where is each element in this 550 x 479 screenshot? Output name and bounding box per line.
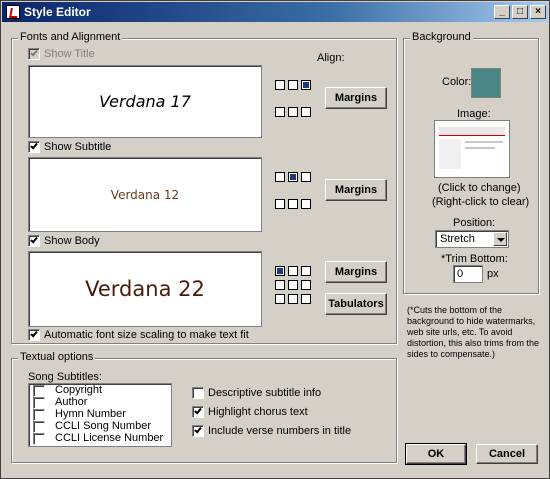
image-label: Image:	[457, 108, 491, 120]
show-title-checkbox[interactable]	[28, 48, 40, 60]
click-to-change-hint: (Click to change)	[438, 182, 521, 194]
background-legend: Background	[410, 31, 473, 43]
title-align-top-right[interactable]	[301, 80, 311, 90]
ccli-song-number-checkbox[interactable]	[33, 421, 45, 433]
subtitle-align-top-center[interactable]	[288, 172, 298, 182]
subtitle-align-top-left[interactable]	[275, 172, 285, 182]
cancel-button[interactable]: Cancel	[476, 444, 538, 464]
show-subtitle-checkbox[interactable]	[28, 141, 40, 153]
maximize-button[interactable]: □	[512, 5, 528, 19]
body-align-middle-right[interactable]	[301, 280, 311, 290]
ccli-license-number-checkbox[interactable]	[33, 433, 45, 445]
title-margins-button[interactable]: Margins	[325, 87, 387, 109]
show-body-checkbox[interactable]	[28, 235, 40, 247]
highlight-chorus-label: Highlight chorus text	[208, 406, 308, 418]
subtitle-preview-text: Verdana 12	[110, 187, 180, 202]
verse-numbers-label: Include verse numbers in title	[208, 425, 352, 437]
title-align-top-left[interactable]	[275, 80, 285, 90]
descriptive-subtitle-checkbox[interactable]	[192, 387, 204, 399]
subtitle-align-bottom-left[interactable]	[275, 199, 285, 209]
position-select-value: Stretch	[440, 233, 475, 245]
body-margins-button[interactable]: Margins	[325, 261, 387, 283]
show-title-label: Show Title	[44, 48, 95, 60]
right-click-to-clear-hint: (Right-click to clear)	[432, 196, 530, 208]
body-align-bottom-left[interactable]	[275, 294, 285, 304]
show-body-label: Show Body	[44, 235, 100, 247]
minimize-button[interactable]: _	[494, 5, 510, 19]
fonts-alignment-legend: Fonts and Alignment	[18, 31, 123, 43]
song-subtitles-list[interactable]: Copyright Author Hymn Number CCLI Song N…	[28, 383, 172, 447]
hymn-number-checkbox[interactable]	[33, 409, 45, 421]
style-editor-window: Style Editor _ □ × Fonts and Alignment S…	[0, 0, 550, 479]
song-subtitles-label: Song Subtitles:	[28, 371, 102, 383]
subtitle-align-bottom-right[interactable]	[301, 199, 311, 209]
subtitle-align-bottom-center[interactable]	[288, 199, 298, 209]
window-title: Style Editor	[24, 5, 91, 19]
list-item: CCLI License Number	[55, 432, 164, 444]
title-align-bottom-left[interactable]	[275, 107, 285, 117]
align-label: Align:	[317, 52, 345, 64]
copyright-checkbox[interactable]	[33, 385, 45, 397]
background-color-swatch[interactable]	[471, 68, 501, 98]
subtitle-align-top-right[interactable]	[301, 172, 311, 182]
list-item: CCLI Song Number	[55, 420, 151, 432]
list-item: Author	[55, 396, 88, 408]
thumb-header	[439, 127, 505, 136]
auto-scale-checkbox[interactable]	[28, 329, 40, 341]
trim-unit-label: px	[487, 268, 499, 280]
thumb-sidebar	[439, 139, 461, 169]
body-align-top-left[interactable]	[275, 266, 285, 276]
show-subtitle-label: Show Subtitle	[44, 141, 112, 153]
tabulators-button[interactable]: Tabulators	[325, 293, 387, 315]
position-label: Position:	[453, 217, 496, 229]
trim-bottom-input[interactable]: 0	[453, 265, 483, 283]
thumb-line	[465, 141, 503, 143]
auto-scale-label: Automatic font size scaling to make text…	[44, 329, 249, 341]
ok-button[interactable]: OK	[405, 443, 467, 465]
title-preview-text: Verdana 17	[99, 92, 191, 111]
title-align-bottom-center[interactable]	[288, 107, 298, 117]
list-item: Hymn Number	[55, 408, 126, 420]
body-preview[interactable]: Verdana 22	[28, 251, 262, 327]
textual-options-legend: Textual options	[18, 351, 96, 363]
body-align-top-right[interactable]	[301, 266, 311, 276]
close-button[interactable]: ×	[530, 5, 546, 19]
thumb-line	[465, 147, 495, 149]
color-label: Color:	[442, 76, 472, 88]
subtitle-margins-button[interactable]: Margins	[325, 179, 387, 201]
body-align-top-center[interactable]	[288, 266, 298, 276]
body-align-bottom-center[interactable]	[288, 294, 298, 304]
trim-bottom-label: *Trim Bottom:	[441, 253, 508, 265]
body-align-bottom-right[interactable]	[301, 294, 311, 304]
title-align-bottom-right[interactable]	[301, 107, 311, 117]
title-preview[interactable]: Verdana 17	[28, 65, 262, 138]
descriptive-subtitle-label: Descriptive subtitle info	[208, 387, 322, 399]
app-icon	[6, 5, 20, 19]
chevron-down-icon[interactable]	[493, 232, 507, 246]
body-preview-text: Verdana 22	[85, 277, 205, 301]
trim-note: (*Cuts the bottom of the background to h…	[407, 305, 540, 359]
highlight-chorus-checkbox[interactable]	[192, 406, 204, 418]
body-align-middle-left[interactable]	[275, 280, 285, 290]
background-image-thumbnail[interactable]	[434, 120, 510, 178]
subtitle-preview[interactable]: Verdana 12	[28, 157, 262, 232]
title-bar: Style Editor _ □ ×	[2, 2, 548, 22]
list-item: Copyright	[55, 384, 103, 396]
body-align-middle-center[interactable]	[288, 280, 298, 290]
verse-numbers-checkbox[interactable]	[192, 425, 204, 437]
author-checkbox[interactable]	[33, 397, 45, 409]
position-select[interactable]: Stretch	[435, 230, 509, 248]
title-align-top-center[interactable]	[288, 80, 298, 90]
